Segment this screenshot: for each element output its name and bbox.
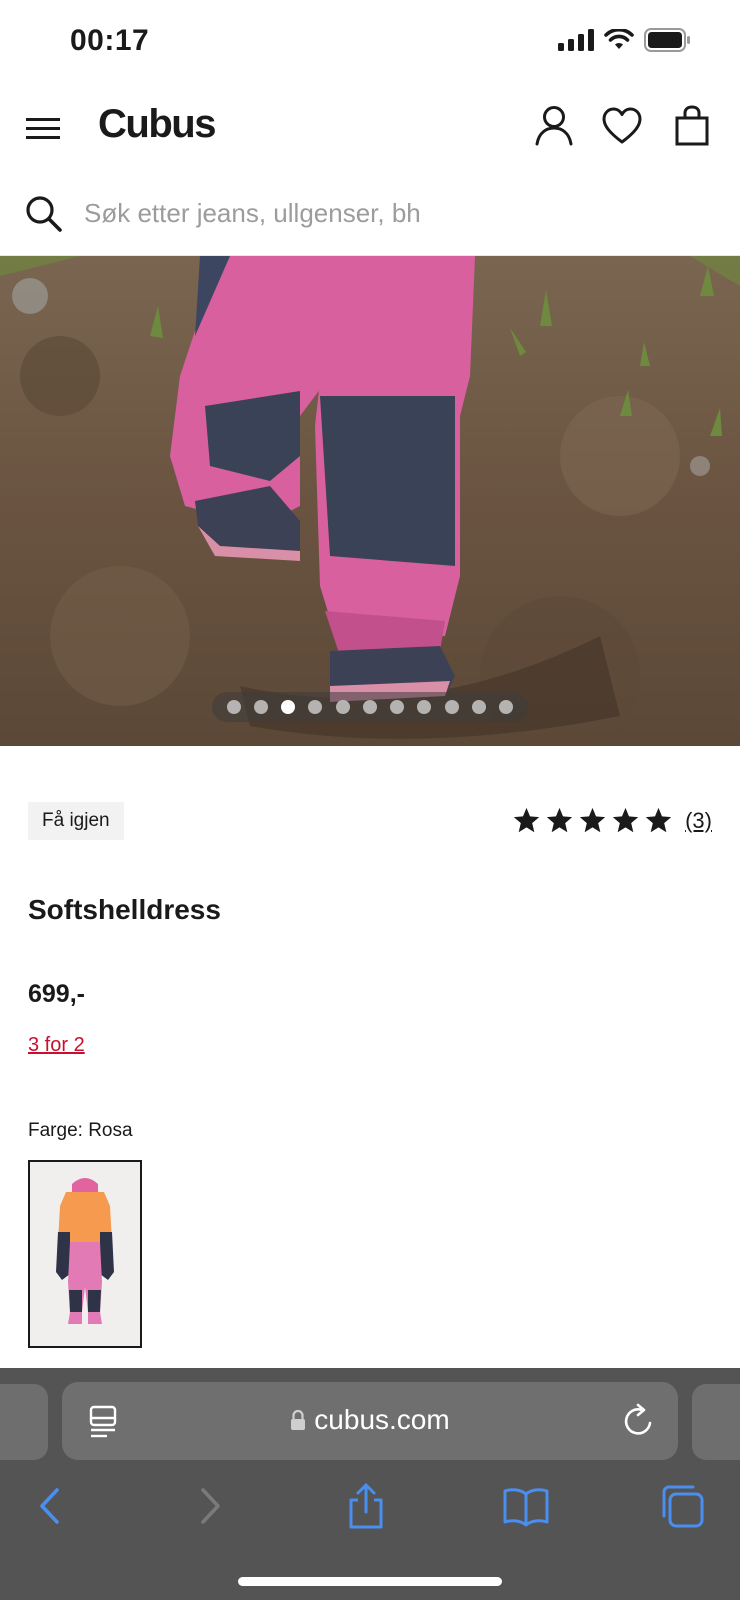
star-icon (645, 807, 672, 833)
status-bar: 00:17 (0, 0, 740, 84)
gallery-dot[interactable] (362, 700, 377, 714)
gallery-dot[interactable] (417, 700, 432, 714)
gallery-dot[interactable] (308, 700, 323, 714)
home-indicator (238, 1577, 502, 1586)
browser-toolbar: cubus.com (0, 1368, 740, 1600)
product-price: 699,- (28, 980, 85, 1008)
product-rating[interactable]: (3) (512, 806, 712, 835)
share-icon[interactable] (340, 1480, 392, 1532)
cubus-logo[interactable]: Cubus (98, 102, 216, 147)
user-icon[interactable] (530, 102, 578, 150)
product-photo (0, 256, 740, 746)
product-thumbnail (56, 1178, 114, 1324)
product-title: Softshelldress (28, 894, 221, 925)
address-bar[interactable]: cubus.com (62, 1382, 678, 1460)
star-icon (579, 807, 606, 833)
search-bar (0, 180, 740, 256)
previous-tab-preview[interactable] (0, 1384, 48, 1460)
color-label: Farge: Rosa (28, 1120, 133, 1141)
star-icon (612, 807, 639, 833)
review-count-link[interactable]: (3) (685, 808, 712, 834)
product-image-gallery[interactable] (0, 256, 740, 746)
gallery-dot[interactable] (472, 700, 487, 714)
site-header: Cubus (0, 84, 740, 174)
lock-icon (291, 1409, 306, 1430)
heart-icon[interactable] (598, 102, 646, 150)
reload-icon[interactable] (622, 1402, 656, 1438)
hamburger-menu-icon[interactable] (24, 109, 64, 149)
shopping-bag-icon[interactable] (668, 102, 716, 150)
gallery-dot[interactable] (335, 700, 350, 714)
battery-icon (644, 28, 690, 52)
star-icon (513, 807, 540, 833)
status-time: 00:17 (70, 24, 150, 57)
gallery-dot[interactable] (226, 700, 241, 714)
gallery-dot-active[interactable] (281, 700, 296, 714)
next-tab-preview[interactable] (692, 1384, 740, 1460)
status-icons (558, 28, 692, 52)
gallery-dot[interactable] (390, 700, 405, 714)
promo-link[interactable]: 3 for 2 (28, 1034, 85, 1057)
cellular-signal-icon (558, 29, 594, 51)
promo-badge: Få igjen (28, 802, 124, 840)
search-input[interactable] (84, 190, 704, 236)
forward-icon[interactable] (184, 1480, 236, 1532)
color-swatch-rosa[interactable] (28, 1160, 142, 1348)
gallery-dot[interactable] (499, 700, 514, 714)
gallery-dot[interactable] (253, 700, 268, 714)
back-icon[interactable] (24, 1480, 76, 1532)
url-display: cubus.com (62, 1404, 678, 1436)
wifi-icon (604, 29, 634, 49)
url-text: cubus.com (314, 1404, 450, 1435)
gallery-pagination (212, 692, 528, 722)
bookmarks-icon[interactable] (500, 1480, 552, 1532)
star-icon (546, 807, 573, 833)
tabs-icon[interactable] (656, 1480, 708, 1532)
gallery-dot[interactable] (444, 700, 459, 714)
search-icon[interactable] (24, 194, 64, 234)
